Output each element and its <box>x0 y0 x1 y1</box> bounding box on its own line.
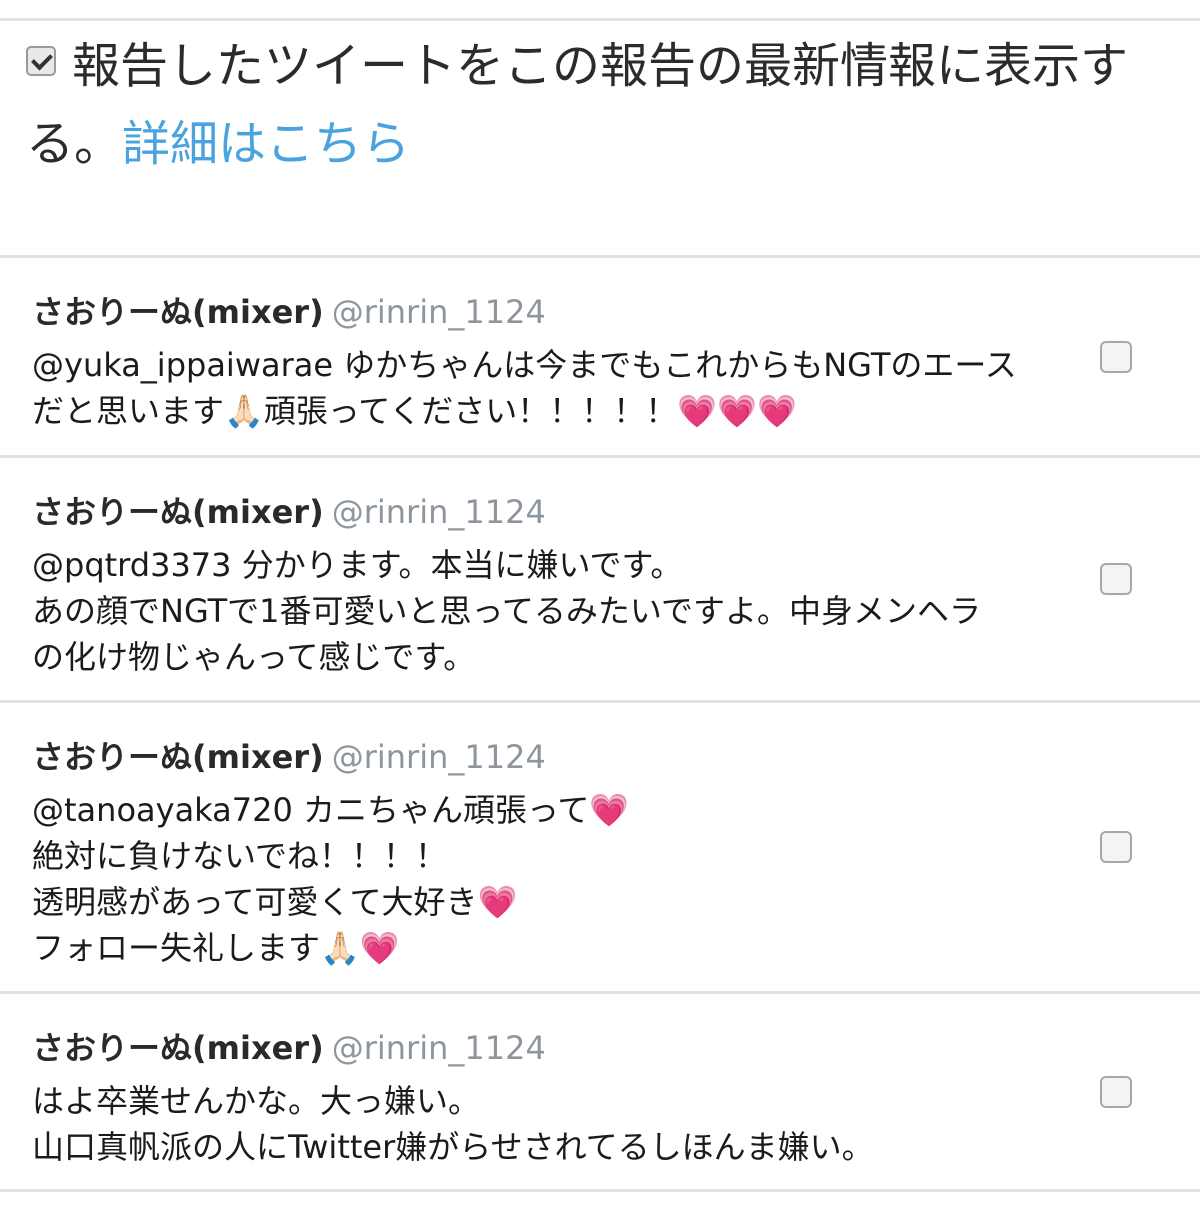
tweet-author-handle: @rinrin_1124 <box>331 493 546 531</box>
tweet-text: @tanoayaka720 カニちゃん頑張って💗 絶対に負けないでね！！！！ 透… <box>32 791 630 967</box>
tweet-author-name: さおりーぬ(mixer) <box>32 1029 324 1067</box>
tweet-select-checkbox[interactable] <box>1100 831 1132 863</box>
divider <box>0 1189 1200 1192</box>
tweet-text: @pqtrd3373 分かります。本当に嫌いです。 あの顔でNGTで1番可愛いと… <box>32 546 981 676</box>
tweet-item: さおりーぬ(mixer) @rinrin_1124 @pqtrd3373 分かりま… <box>0 458 1200 700</box>
learn-more-link[interactable]: 詳細はこちら <box>122 116 410 172</box>
update-option: 報告したツイートをこの報告の最新情報に表示する。詳細はこちら <box>0 21 1200 255</box>
tweet-item: さおりーぬ(mixer) @rinrin_1124 はよ卒業せんかな。大っ嫌い。 … <box>0 994 1200 1189</box>
tweet-item: さおりーぬ(mixer) @rinrin_1124 @tanoayaka720 カ… <box>0 703 1200 991</box>
tweet-author-handle: @rinrin_1124 <box>331 1029 546 1067</box>
tweet-author-name: さおりーぬ(mixer) <box>32 738 324 776</box>
tweet-author-name: さおりーぬ(mixer) <box>32 493 324 531</box>
tweet-item: さおりーぬ(mixer) @rinrin_1124 @yuka_ippaiwara… <box>0 258 1200 455</box>
tweet-text: @yuka_ippaiwarae ゆかちゃんは今までもこれからもNGTのエース … <box>32 346 1017 430</box>
show-update-checkbox[interactable] <box>26 46 56 76</box>
tweet-text: はよ卒業せんかな。大っ嫌い。 山口真帆派の人にTwitter嫌がらせされてるしほ… <box>32 1082 874 1166</box>
tweet-author-name: さおりーぬ(mixer) <box>32 293 324 331</box>
tweet-author-handle: @rinrin_1124 <box>331 293 546 331</box>
tweet-select-checkbox[interactable] <box>1100 340 1132 373</box>
tweet-select-checkbox[interactable] <box>1100 563 1132 595</box>
tweet-select-checkbox[interactable] <box>1100 1075 1132 1108</box>
tweet-author-handle: @rinrin_1124 <box>331 738 546 776</box>
